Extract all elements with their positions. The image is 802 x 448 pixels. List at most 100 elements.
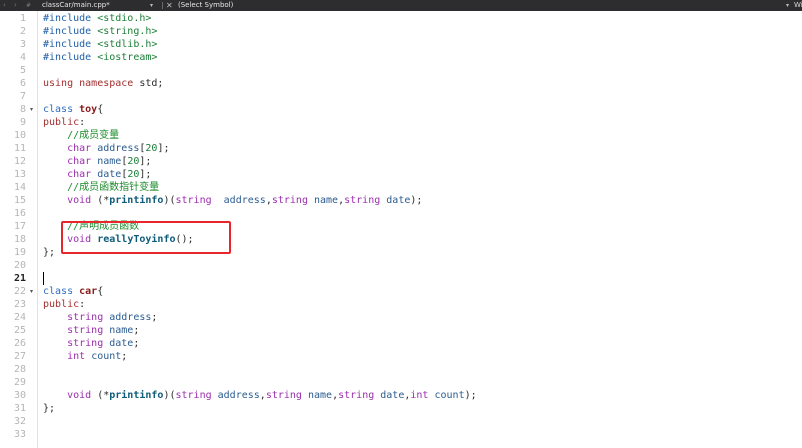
code-line[interactable]: 28 bbox=[0, 363, 802, 376]
code-text: string address; bbox=[43, 311, 157, 324]
code-line[interactable]: 16 bbox=[0, 207, 802, 220]
code-line[interactable]: 25 string name; bbox=[0, 324, 802, 337]
code-text: void (*printinfo)(string address,string … bbox=[43, 389, 477, 402]
preprocessor-directive: #include bbox=[43, 52, 92, 63]
line-number: 13 bbox=[13, 169, 26, 180]
code-line[interactable]: 32 bbox=[0, 415, 802, 428]
code-line[interactable]: 30 void (*printinfo)(string address,stri… bbox=[0, 389, 802, 402]
code-text: string name; bbox=[43, 324, 139, 337]
line-number: 4 bbox=[19, 52, 26, 63]
number-literal: 20 bbox=[145, 143, 158, 154]
code-line[interactable]: 29 bbox=[0, 376, 802, 389]
code-text: public: bbox=[43, 298, 85, 311]
type-keyword: string bbox=[67, 325, 104, 336]
code-line[interactable]: 1 #include <stdio.h> bbox=[0, 12, 802, 25]
number-literal: 20 bbox=[127, 169, 140, 180]
text-cursor bbox=[43, 272, 44, 285]
line-number: 15 bbox=[13, 195, 26, 206]
type-keyword: void bbox=[67, 195, 92, 206]
code-plain: { bbox=[97, 286, 104, 297]
code-plain: }; bbox=[43, 247, 56, 258]
line-number: 6 bbox=[19, 78, 26, 89]
code-line[interactable]: 2 #include <string.h> bbox=[0, 25, 802, 38]
code-line[interactable]: 7 bbox=[0, 90, 802, 103]
code-text: char date[20]; bbox=[43, 168, 151, 181]
code-line[interactable]: 13 char date[20]; bbox=[0, 168, 802, 181]
toolbar-separator bbox=[162, 2, 163, 9]
code-text: #include <stdlib.h> bbox=[43, 38, 157, 51]
code-text: using namespace std; bbox=[43, 77, 163, 90]
identifier: name bbox=[109, 325, 134, 336]
back-arrow-icon[interactable]: ‹ bbox=[3, 0, 6, 11]
line-number: 29 bbox=[13, 377, 26, 388]
code-line[interactable]: 23 public: bbox=[0, 298, 802, 311]
code-text: #include <stdio.h> bbox=[43, 12, 151, 25]
fold-toggle-icon[interactable]: ▾ bbox=[30, 103, 33, 116]
code-line[interactable]: 15 void (*printinfo)(string address,stri… bbox=[0, 194, 802, 207]
symbol-selector[interactable]: (Select Symbol) bbox=[178, 0, 233, 11]
right-dropdown-icon[interactable]: ▾ bbox=[786, 0, 789, 11]
code-line[interactable]: 9 public: bbox=[0, 116, 802, 129]
line-number: 5 bbox=[19, 65, 26, 76]
code-line[interactable]: 5 bbox=[0, 64, 802, 77]
code-line[interactable]: 31 }; bbox=[0, 402, 802, 415]
code-line[interactable]: 10 //成员变量 bbox=[0, 129, 802, 142]
line-number: 8 bbox=[19, 104, 26, 115]
code-editor[interactable]: 1 #include <stdio.h> 2 #include <string.… bbox=[0, 11, 802, 448]
close-icon[interactable]: ✕ bbox=[166, 0, 173, 11]
line-number: 11 bbox=[13, 143, 26, 154]
file-dropdown-icon[interactable]: ▾ bbox=[150, 0, 153, 11]
include-header: <iostream> bbox=[97, 52, 158, 63]
function-name: printinfo bbox=[109, 390, 164, 401]
code-text: char address[20]; bbox=[43, 142, 169, 155]
code-line[interactable]: 27 int count; bbox=[0, 350, 802, 363]
forward-arrow-icon[interactable]: › bbox=[14, 0, 17, 11]
identifier: count bbox=[434, 390, 465, 401]
line-number: 10 bbox=[13, 130, 26, 141]
code-line[interactable]: 20 bbox=[0, 259, 802, 272]
keyword: class bbox=[43, 104, 74, 115]
code-line[interactable]: 22 ▾ class car{ bbox=[0, 285, 802, 298]
code-plain: ; bbox=[133, 325, 140, 336]
code-line[interactable]: 24 string address; bbox=[0, 311, 802, 324]
type-keyword: string bbox=[67, 338, 104, 349]
type-keyword: string bbox=[265, 390, 302, 401]
line-number: 27 bbox=[13, 351, 26, 362]
identifier: count bbox=[91, 351, 122, 362]
type-keyword: int bbox=[67, 351, 86, 362]
code-plain: : bbox=[79, 117, 86, 128]
code-line[interactable]: 4 #include <iostream> bbox=[0, 51, 802, 64]
code-plain: ]; bbox=[139, 156, 152, 167]
hash-icon: # bbox=[26, 2, 32, 9]
file-tab[interactable]: classCar/main.cpp* bbox=[42, 0, 110, 11]
type-keyword: char bbox=[67, 156, 92, 167]
keyword: using bbox=[43, 78, 74, 89]
line-number: 1 bbox=[19, 13, 26, 24]
code-line[interactable]: 12 char name[20]; bbox=[0, 155, 802, 168]
code-line[interactable]: 3 #include <stdlib.h> bbox=[0, 38, 802, 51]
code-line[interactable]: 6 using namespace std; bbox=[0, 77, 802, 90]
code-line[interactable]: 8 ▾ class toy{ bbox=[0, 103, 802, 116]
code-line[interactable]: 26 string date; bbox=[0, 337, 802, 350]
code-line[interactable]: 14 //成员函数指针变量 bbox=[0, 181, 802, 194]
keyword: public bbox=[43, 117, 80, 128]
fold-toggle-icon[interactable]: ▾ bbox=[30, 285, 33, 298]
current-code-line[interactable]: 21 bbox=[0, 272, 802, 285]
line-number: 24 bbox=[13, 312, 26, 323]
code-plain: (* bbox=[91, 390, 110, 401]
code-line[interactable]: 33 bbox=[0, 428, 802, 441]
function-name: printinfo bbox=[109, 195, 164, 206]
code-line[interactable]: 11 char address[20]; bbox=[0, 142, 802, 155]
code-plain: )( bbox=[163, 390, 176, 401]
comment: //成员变量 bbox=[67, 130, 120, 141]
identifier: date bbox=[386, 195, 411, 206]
line-number: 33 bbox=[13, 429, 26, 440]
class-name: car bbox=[79, 286, 98, 297]
